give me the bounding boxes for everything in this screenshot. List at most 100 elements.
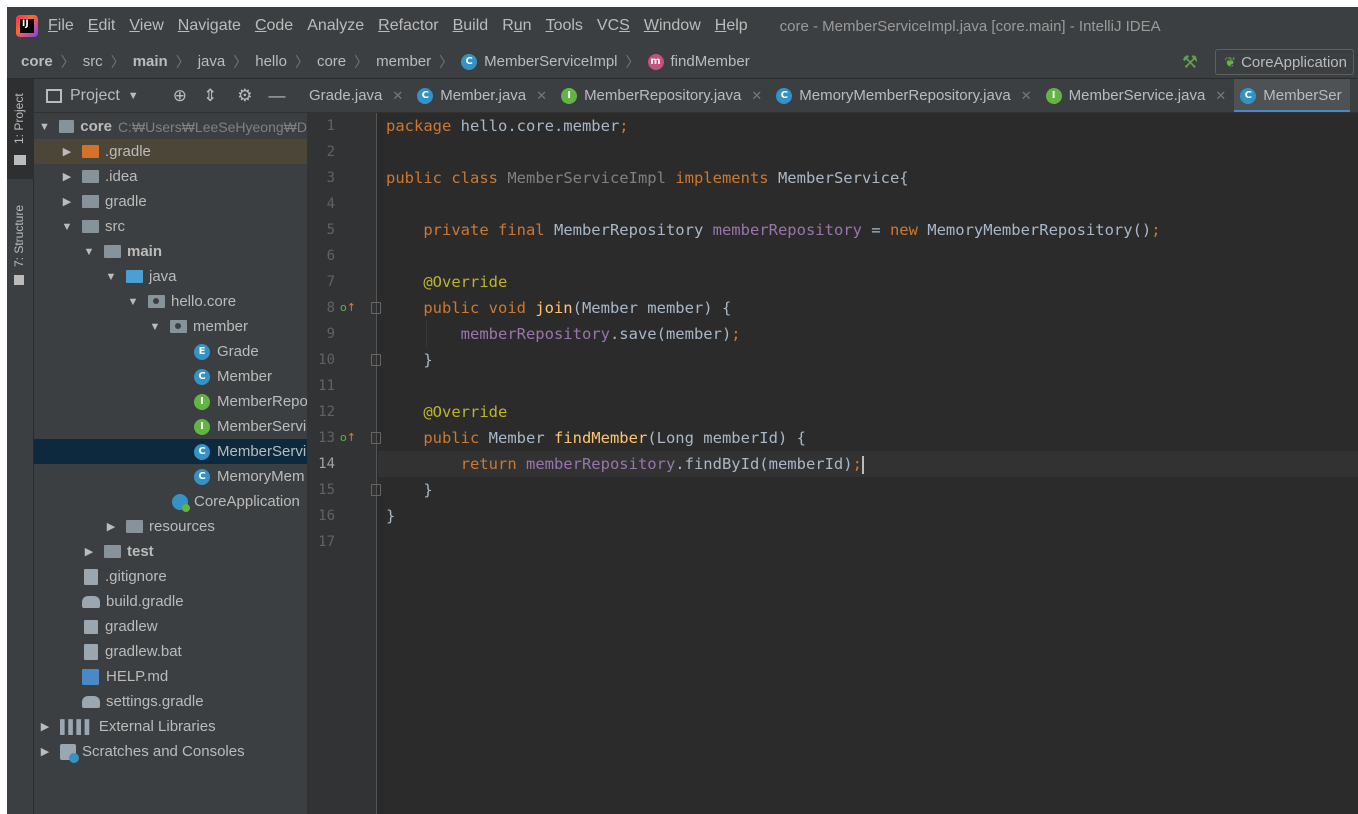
menu-item[interactable]: Code xyxy=(255,17,293,35)
menu-item[interactable]: File xyxy=(48,17,74,35)
tree-item-gradlew-bat[interactable]: gradlew.bat xyxy=(34,639,307,664)
menu-item[interactable]: Run xyxy=(502,17,531,35)
tree-item-core[interactable]: ▼ core C:₩Users₩LeeSeHyeong₩D xyxy=(34,114,307,139)
code-line-16: } xyxy=(378,503,1358,529)
tree-item-java[interactable]: ▼ java xyxy=(34,264,307,289)
menu-item[interactable]: Edit xyxy=(88,17,116,35)
expand-arrow-icon[interactable]: ▶ xyxy=(38,745,52,758)
tree-item-idea[interactable]: ▶ .idea xyxy=(34,164,307,189)
type-name: Member xyxy=(488,429,554,447)
tree-item-external-libraries[interactable]: ▶ ▌▌▌▌ External Libraries xyxy=(34,714,307,739)
tab-member-repository-java[interactable]: I MemberRepository.java ✕ xyxy=(555,79,770,112)
crumb-core-pkg[interactable]: core xyxy=(317,53,346,70)
close-icon[interactable]: ✕ xyxy=(1215,88,1226,104)
hide-panel-icon[interactable]: — xyxy=(268,86,285,106)
close-icon[interactable]: ✕ xyxy=(536,88,547,104)
crumb-method[interactable]: m findMember xyxy=(647,53,750,70)
code-editor[interactable]: package hello.core.member; public class … xyxy=(378,113,1358,814)
menu-item[interactable]: Refactor xyxy=(378,17,438,35)
close-icon[interactable]: ✕ xyxy=(1021,88,1032,104)
close-icon[interactable]: ✕ xyxy=(751,88,762,104)
tree-item-gitignore[interactable]: .gitignore xyxy=(34,564,307,589)
menu-item[interactable]: Tools xyxy=(546,17,583,35)
tree-item-member[interactable]: C Member xyxy=(34,364,307,389)
tree-item-member-repository[interactable]: I MemberRepo xyxy=(34,389,307,414)
tree-item-gradlew[interactable]: gradlew xyxy=(34,614,307,639)
semicolon: ; xyxy=(1151,221,1161,239)
tree-item-label: src xyxy=(105,218,125,235)
locate-file-icon[interactable]: ⊕ xyxy=(173,86,187,106)
expand-arrow-icon[interactable]: ▼ xyxy=(60,221,74,233)
editor-gutter[interactable]: 1 2 3 4 5 6 7 8 9 10 11 12 13 14 15 16 1… xyxy=(307,113,381,814)
tree-item-label: hello.core xyxy=(171,293,237,310)
collapse-all-icon[interactable]: ⇕ xyxy=(203,86,217,106)
crumb-src[interactable]: src xyxy=(83,53,103,70)
close-icon[interactable]: ✕ xyxy=(392,88,403,104)
tool-tab-structure[interactable]: 7: Structure xyxy=(7,187,34,287)
tree-item-grade[interactable]: E Grade xyxy=(34,339,307,364)
tree-item-gradle[interactable]: ▶ gradle xyxy=(34,189,307,214)
crumb-class[interactable]: C MemberServiceImpl xyxy=(461,53,618,70)
crumb-member[interactable]: member xyxy=(376,53,431,70)
expand-arrow-icon[interactable]: ▼ xyxy=(148,321,162,333)
tree-item-memory-member-repository[interactable]: C MemoryMem xyxy=(34,464,307,489)
crumb-main[interactable]: main xyxy=(133,53,168,70)
expand-arrow-icon[interactable]: ▼ xyxy=(82,246,96,258)
menu-item[interactable]: View xyxy=(129,17,163,35)
expand-arrow-icon[interactable]: ▶ xyxy=(60,195,74,208)
expand-arrow-icon[interactable]: ▼ xyxy=(104,271,118,283)
gear-icon[interactable]: ⚙ xyxy=(237,86,252,106)
tab-member-service-impl-java[interactable]: C MemberSer xyxy=(1234,79,1350,112)
tree-item-main[interactable]: ▼ main xyxy=(34,239,307,264)
run-configuration-selector[interactable]: ❦ CoreApplication xyxy=(1215,49,1354,75)
menu-item[interactable]: Navigate xyxy=(178,17,241,35)
crumb-hello[interactable]: hello xyxy=(255,53,287,70)
expand-arrow-icon[interactable]: ▼ xyxy=(38,121,51,133)
source-folder-icon xyxy=(126,270,143,283)
crumb-java[interactable]: java xyxy=(198,53,226,70)
tree-item-member-pkg[interactable]: ▼ member xyxy=(34,314,307,339)
class-icon: C xyxy=(194,443,210,460)
menu-item[interactable]: Analyze xyxy=(307,17,364,35)
menu-item[interactable]: VCS xyxy=(597,17,630,35)
crumb-core[interactable]: core xyxy=(21,53,53,70)
tree-item-member-service[interactable]: I MemberServi xyxy=(34,414,307,439)
tree-item-help-md[interactable]: HELP.md xyxy=(34,664,307,689)
chevron-down-icon[interactable]: ▼ xyxy=(128,90,139,102)
tree-item-gradle-dir[interactable]: ▶ .gradle xyxy=(34,139,307,164)
keyword: public xyxy=(423,429,489,447)
tree-item-build-gradle[interactable]: build.gradle xyxy=(34,589,307,614)
menu-item[interactable]: Window xyxy=(644,17,701,35)
expand-arrow-icon[interactable]: ▼ xyxy=(126,296,140,308)
tab-memory-member-repository-java[interactable]: C MemoryMemberRepository.java ✕ xyxy=(770,79,1039,112)
tree-item-resources[interactable]: ▶ resources xyxy=(34,514,307,539)
semicolon: ; xyxy=(731,325,741,343)
tool-tab-project[interactable]: 1: Project xyxy=(7,79,34,179)
tree-item-member-service-impl[interactable]: C MemberServi xyxy=(34,439,307,464)
class-icon: C xyxy=(776,87,793,104)
implements-method-icon[interactable]: o↑ xyxy=(340,425,356,451)
tab-grade-java[interactable]: Grade.java ✕ xyxy=(307,79,411,112)
tree-item-core-application[interactable]: CoreApplication xyxy=(34,489,307,514)
expand-arrow-icon[interactable]: ▶ xyxy=(82,545,96,558)
source-root-icon xyxy=(104,245,121,258)
expand-arrow-icon[interactable]: ▶ xyxy=(104,520,118,533)
interface-icon: I xyxy=(1045,87,1062,104)
menu-item[interactable]: Help xyxy=(715,17,748,35)
implements-method-icon[interactable]: o↑ xyxy=(340,295,356,321)
tree-item-src[interactable]: ▼ src xyxy=(34,214,307,239)
tab-member-java[interactable]: C Member.java ✕ xyxy=(411,79,555,112)
menu-item[interactable]: Build xyxy=(453,17,489,35)
tree-item-hello-core[interactable]: ▼ hello.core xyxy=(34,289,307,314)
project-view-selector[interactable]: Project xyxy=(70,87,120,105)
tree-item-test[interactable]: ▶ test xyxy=(34,539,307,564)
expand-arrow-icon[interactable]: ▶ xyxy=(60,145,74,158)
package-name: hello.core.member xyxy=(460,117,620,135)
tab-member-service-java[interactable]: I MemberService.java ✕ xyxy=(1040,79,1235,112)
chevron-right-icon: 〉 xyxy=(175,53,190,70)
tree-item-settings-gradle[interactable]: settings.gradle xyxy=(34,689,307,714)
tree-item-scratches[interactable]: ▶ Scratches and Consoles xyxy=(34,739,307,764)
expand-arrow-icon[interactable]: ▶ xyxy=(38,720,52,733)
build-hammer-icon[interactable]: ⚒ xyxy=(1182,52,1198,73)
expand-arrow-icon[interactable]: ▶ xyxy=(60,170,74,183)
